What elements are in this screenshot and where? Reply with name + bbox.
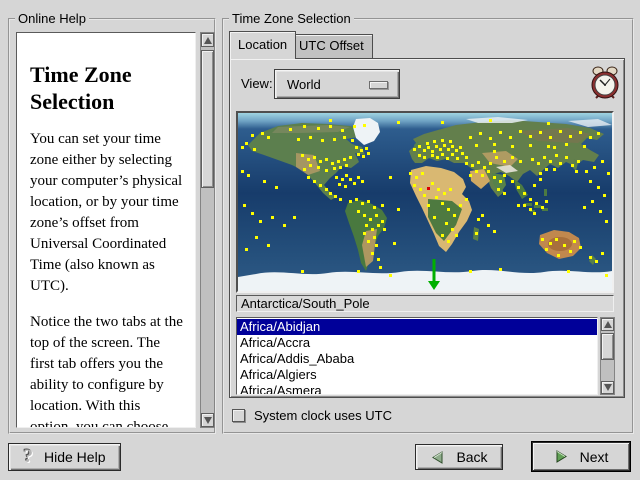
- help-scrollbar-thumb[interactable]: [201, 50, 214, 188]
- selected-city-marker: [427, 187, 430, 190]
- alarm-clock-icon: [590, 65, 620, 101]
- hovered-timezone-field: Antarctica/South_Pole: [236, 295, 614, 312]
- view-label: View:: [241, 69, 273, 99]
- view-dropdown-value: World: [287, 77, 321, 92]
- utc-checkbox-row[interactable]: System clock uses UTC: [232, 407, 392, 423]
- list-item[interactable]: Africa/Asmera: [237, 383, 597, 395]
- world-map-image: [238, 113, 612, 291]
- scroll-down-button[interactable]: [201, 413, 214, 427]
- help-title: Time Zone Selection: [30, 61, 185, 115]
- help-paragraph: You can set your time zone either by sel…: [30, 129, 185, 297]
- next-label: Next: [580, 449, 609, 465]
- scroll-down-button[interactable]: [601, 381, 614, 394]
- down-arrow-icon: [204, 417, 212, 424]
- utc-checkbox[interactable]: [232, 409, 245, 422]
- help-scrollbar[interactable]: [200, 32, 215, 428]
- hide-help-button[interactable]: ? Hide Help: [8, 443, 121, 471]
- scroll-up-button[interactable]: [201, 33, 214, 47]
- list-item[interactable]: Africa/Accra: [237, 335, 597, 351]
- list-item[interactable]: Africa/Addis_Ababa: [237, 351, 597, 367]
- list-item[interactable]: Africa/Algiers: [237, 367, 597, 383]
- installer-window: Online Help Time Zone Selection You can …: [0, 0, 640, 480]
- question-mark-icon: ?: [24, 449, 34, 465]
- list-item[interactable]: Africa/Abidjan: [237, 319, 597, 335]
- back-arrow-icon: [430, 450, 445, 465]
- up-arrow-icon: [604, 321, 612, 328]
- help-paragraph: Notice the two tabs at the top of the sc…: [30, 312, 185, 428]
- next-arrow-icon: [554, 449, 569, 464]
- tab-utc-offset[interactable]: UTC Offset: [290, 34, 373, 58]
- tab-location[interactable]: Location: [229, 31, 296, 59]
- world-map[interactable]: [236, 111, 614, 293]
- back-button[interactable]: Back: [415, 444, 503, 470]
- hide-help-label: Hide Help: [44, 449, 105, 465]
- back-label: Back: [456, 449, 487, 465]
- timezone-selection-panel: Time Zone Selection Location UTC Offset …: [222, 18, 634, 434]
- south-pole-arrow-icon: [428, 259, 440, 291]
- help-frame-label: Online Help: [15, 11, 89, 26]
- dropdown-indicator-icon: [369, 81, 388, 89]
- list-scrollbar-thumb[interactable]: [601, 333, 614, 360]
- location-tab-panel: View: World: [229, 58, 625, 398]
- down-arrow-icon: [604, 384, 612, 391]
- next-button[interactable]: Next: [531, 441, 631, 472]
- world-map-graphic: [238, 113, 612, 291]
- online-help-panel: Online Help Time Zone Selection You can …: [8, 18, 216, 434]
- view-dropdown[interactable]: World: [274, 69, 400, 99]
- scroll-up-button[interactable]: [601, 318, 614, 331]
- utc-checkbox-label: System clock uses UTC: [254, 408, 392, 423]
- timezone-list-scrollbar[interactable]: [600, 317, 615, 395]
- up-arrow-icon: [204, 37, 212, 44]
- tz-frame-label: Time Zone Selection: [229, 11, 354, 26]
- timezone-list: Africa/Abidjan Africa/Accra Africa/Addis…: [236, 317, 598, 395]
- help-text-area: Time Zone Selection You can set your tim…: [16, 32, 196, 428]
